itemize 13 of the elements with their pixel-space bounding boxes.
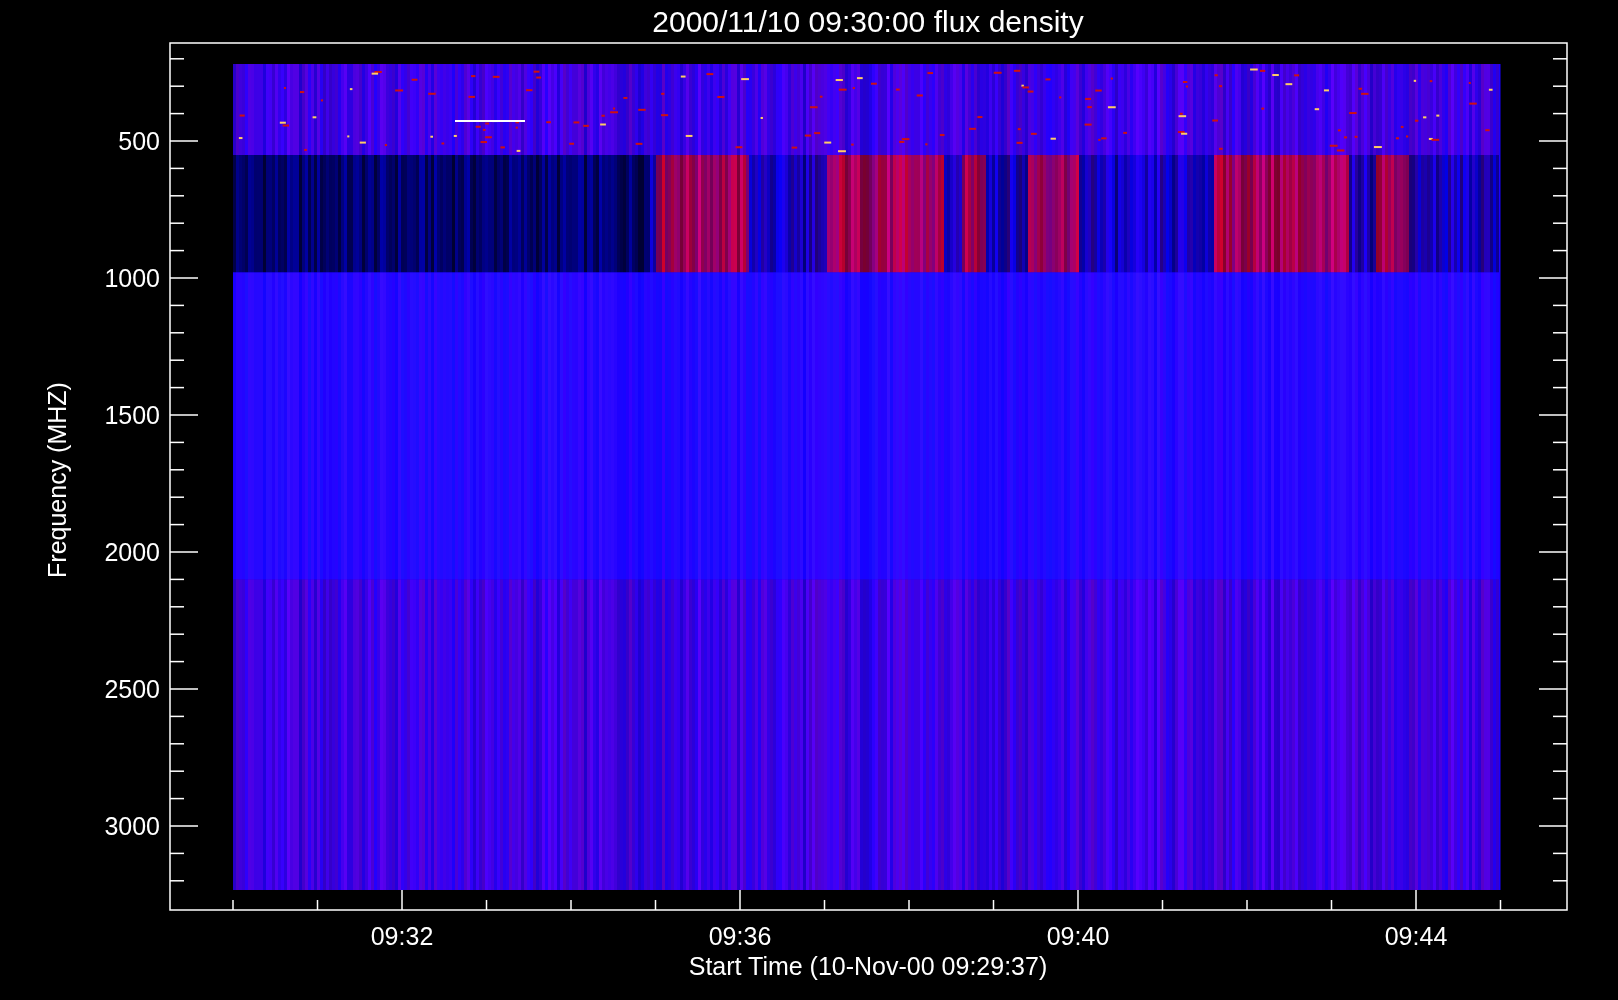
y-tick-label: 2500 bbox=[104, 675, 160, 703]
y-axis-label: Frequency (MHZ) bbox=[43, 382, 71, 578]
x-axis-label: Start Time (10-Nov-00 09:29:37) bbox=[688, 952, 1048, 980]
y-tick-label: 1500 bbox=[104, 401, 160, 429]
x-tick-label: 09:32 bbox=[370, 922, 434, 950]
chart-title: 2000/11/10 09:30:00 flux density bbox=[652, 5, 1084, 38]
y-tick-label: 3000 bbox=[104, 812, 160, 840]
y-tick-label: 1000 bbox=[104, 264, 160, 292]
x-tick-label: 09:36 bbox=[708, 922, 772, 950]
x-tick-label: 09:44 bbox=[1384, 922, 1448, 950]
x-tick-label: 09:40 bbox=[1046, 922, 1110, 950]
y-tick-label: 2000 bbox=[104, 538, 160, 566]
y-tick-label: 500 bbox=[118, 127, 160, 155]
